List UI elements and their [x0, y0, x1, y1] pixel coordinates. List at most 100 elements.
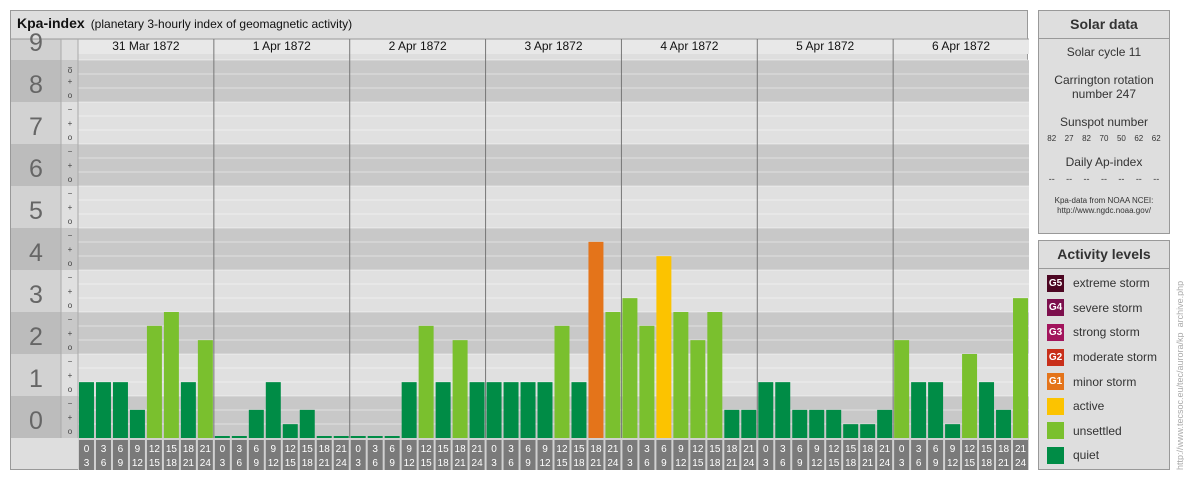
kp-bar: [265, 382, 281, 438]
y-minor-tick-label: o: [68, 259, 73, 268]
day-label: 6 Apr 1872: [932, 39, 990, 53]
interval-end-label: 15: [149, 458, 161, 469]
source-line1: Kpa-data from NOAA NCEI:: [1054, 196, 1154, 205]
activity-levels-title: Activity levels: [1039, 241, 1169, 269]
interval-end-label: 6: [916, 458, 922, 469]
y-minor-tick-label: +: [68, 203, 73, 212]
interval-end-label: 21: [590, 458, 602, 469]
kp-bar: [741, 409, 757, 438]
sunspot-value: 70: [1099, 134, 1109, 143]
kp-band: [11, 186, 1029, 228]
sunspot-value: 50: [1116, 134, 1126, 143]
interval-end-label: 6: [780, 458, 786, 469]
interval-end-label: 18: [981, 458, 993, 469]
interval-start-label: 12: [556, 444, 568, 455]
y-tick-label: 4: [29, 239, 43, 267]
interval-end-label: 15: [964, 458, 976, 469]
credit-url: http://www.tecsoc.eu/tec/aurora/kp_archi…: [1175, 280, 1184, 470]
interval-end-label: 9: [118, 458, 124, 469]
interval-start-label: 21: [1015, 444, 1027, 455]
ap-value: --: [1100, 174, 1107, 184]
legend-label: extreme storm: [1073, 276, 1150, 291]
interval-end-label: 24: [879, 458, 891, 469]
kp-bar: [350, 436, 366, 438]
interval-start-label: 15: [438, 444, 450, 455]
interval-end-label: 15: [556, 458, 568, 469]
interval-end-label: 6: [508, 458, 514, 469]
interval-start-label: 12: [692, 444, 704, 455]
y-minor-tick-label: o: [68, 133, 73, 142]
interval-end-label: 21: [998, 458, 1010, 469]
interval-end-label: 9: [933, 458, 939, 469]
y-tick-label: 3: [29, 281, 43, 309]
interval-end-label: 9: [525, 458, 531, 469]
interval-end-label: 18: [166, 458, 178, 469]
interval-start-label: 9: [271, 444, 277, 455]
sunspot-value: 82: [1082, 134, 1091, 143]
kp-bar: [996, 409, 1012, 438]
y-minor-tick-label: −: [68, 315, 73, 324]
ap-value: --: [1135, 174, 1142, 184]
interval-start-label: 0: [899, 444, 905, 455]
interval-start-label: 9: [542, 444, 548, 455]
legend-swatch: G2: [1047, 348, 1064, 366]
kp-bar: [282, 424, 298, 438]
interval-start-label: 0: [627, 444, 633, 455]
y-tick-label: 9: [29, 29, 43, 57]
y-tick-label: 0: [29, 407, 43, 435]
y-minor-tick-label: +: [68, 329, 73, 338]
interval-start-label: 9: [406, 444, 412, 455]
kp-band: [11, 270, 1029, 312]
legend-label: moderate storm: [1073, 350, 1158, 365]
solar-data-panel: Solar data Solar cycle 11 Carrington rot…: [1038, 10, 1170, 234]
ap-value: --: [1153, 174, 1160, 184]
kp-bar: [146, 325, 162, 438]
kp-bar: [792, 409, 808, 438]
interval-start-label: 21: [336, 444, 348, 455]
interval-start-label: 6: [933, 444, 939, 455]
day-label: 2 Apr 1872: [389, 39, 447, 53]
interval-end-label: 15: [285, 458, 297, 469]
legend-label: strong storm: [1073, 325, 1140, 340]
y-minor-tick-label: +: [68, 413, 73, 422]
interval-end-label: 21: [862, 458, 874, 469]
legend-item-minor-storm: G1 minor storm: [1039, 369, 1169, 394]
interval-end-label: 12: [947, 458, 959, 469]
interval-start-label: 0: [220, 444, 226, 455]
legend-item-quiet: quiet: [1039, 443, 1169, 468]
interval-end-label: 12: [539, 458, 551, 469]
kp-bar: [962, 354, 978, 438]
sunspot-title: Sunspot number: [1059, 115, 1149, 129]
interval-start-label: 18: [862, 444, 874, 455]
kp-bar: [826, 409, 842, 438]
interval-start-label: 9: [814, 444, 820, 455]
interval-end-label: 3: [355, 458, 361, 469]
interval-end-label: 6: [101, 458, 107, 469]
interval-start-label: 15: [302, 444, 314, 455]
y-minor-tick-label: o: [68, 91, 73, 100]
y-tick-label: 8: [29, 71, 43, 99]
interval-start-label: 0: [355, 444, 361, 455]
legend-label: quiet: [1073, 448, 1100, 463]
interval-start-label: 12: [964, 444, 976, 455]
kp-bar: [571, 382, 587, 438]
legend-item-extreme-storm: G5 extreme storm: [1039, 271, 1169, 296]
ap-index-title: Daily Ap-index: [1065, 155, 1143, 169]
interval-end-label: 3: [763, 458, 769, 469]
carrington-rotation-line1: Carrington rotation: [1054, 73, 1154, 87]
y-minor-tick-label: +: [68, 119, 73, 128]
y-minor-tick-label: o: [68, 343, 73, 352]
y-minor-tick-label: −: [68, 147, 73, 156]
kp-bar: [452, 340, 468, 438]
interval-start-label: 3: [101, 444, 107, 455]
kp-bar: [690, 340, 706, 438]
interval-end-label: 6: [372, 458, 378, 469]
kp-bar: [384, 436, 400, 438]
y-minor-tick-label: −: [68, 399, 73, 408]
kp-bar: [469, 382, 485, 438]
kp-bar: [843, 424, 859, 438]
kp-bar: [554, 325, 570, 438]
sunspot-values: 82 27 82 70 50 62 62: [1039, 134, 1169, 143]
kp-bar: [299, 409, 315, 438]
carrington-rotation-line2: number 247: [1071, 87, 1137, 101]
